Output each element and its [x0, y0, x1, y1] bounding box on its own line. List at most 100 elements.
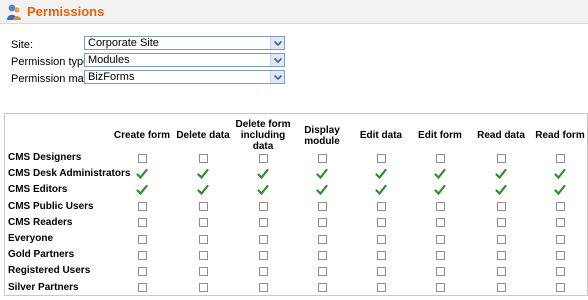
table-row: CMS Public Users: [5, 199, 587, 215]
permission-checkbox[interactable]: [134, 150, 150, 166]
permission-checkbox[interactable]: [373, 263, 389, 279]
permission-checkbox[interactable]: [373, 247, 389, 263]
permission-checkbox[interactable]: [134, 263, 150, 279]
checkmark-icon[interactable]: [314, 182, 330, 198]
checkmark-icon[interactable]: [493, 182, 509, 198]
permission-type-select[interactable]: Modules: [84, 53, 285, 67]
permission-checkbox[interactable]: [255, 247, 271, 263]
checkmark-icon[interactable]: [552, 166, 568, 182]
users-permissions-icon: [6, 3, 22, 21]
page-title: Permissions: [27, 4, 105, 19]
permission-checkbox[interactable]: [195, 199, 211, 215]
permission-checkbox[interactable]: [255, 199, 271, 215]
checkmark-icon[interactable]: [432, 182, 448, 198]
permission-checkbox[interactable]: [373, 150, 389, 166]
permission-checkbox[interactable]: [493, 280, 509, 296]
table-row: CMS Editors: [5, 182, 587, 198]
permission-matrix-select[interactable]: BizForms: [84, 70, 285, 84]
permission-checkbox[interactable]: [493, 199, 509, 215]
chevron-down-icon[interactable]: [270, 37, 284, 49]
permission-checkbox[interactable]: [134, 280, 150, 296]
permission-checkbox[interactable]: [432, 231, 448, 247]
table-row: Registered Users: [5, 263, 587, 279]
permission-checkbox[interactable]: [255, 280, 271, 296]
permission-checkbox[interactable]: [373, 231, 389, 247]
checkmark-icon[interactable]: [432, 166, 448, 182]
permission-checkbox[interactable]: [373, 280, 389, 296]
permission-checkbox[interactable]: [493, 231, 509, 247]
table-row: Gold Partners: [5, 247, 587, 263]
checkmark-icon[interactable]: [255, 182, 271, 198]
checkmark-icon[interactable]: [255, 166, 271, 182]
row-label: CMS Readers: [8, 216, 73, 228]
table-row: Silver Partners: [5, 280, 587, 296]
permission-checkbox[interactable]: [314, 247, 330, 263]
checkmark-icon[interactable]: [373, 182, 389, 198]
permission-checkbox[interactable]: [432, 150, 448, 166]
permission-checkbox[interactable]: [432, 247, 448, 263]
chevron-down-icon[interactable]: [270, 54, 284, 66]
permission-checkbox[interactable]: [373, 215, 389, 231]
permission-checkbox[interactable]: [314, 280, 330, 296]
permission-checkbox[interactable]: [432, 215, 448, 231]
permission-checkbox[interactable]: [255, 231, 271, 247]
permission-checkbox[interactable]: [134, 199, 150, 215]
site-select[interactable]: Corporate Site: [84, 36, 285, 50]
permission-checkbox[interactable]: [552, 231, 568, 247]
checkmark-icon[interactable]: [195, 166, 211, 182]
permission-checkbox[interactable]: [493, 150, 509, 166]
permission-checkbox[interactable]: [432, 263, 448, 279]
permission-checkbox[interactable]: [134, 215, 150, 231]
permission-checkbox[interactable]: [552, 215, 568, 231]
row-label: Everyone: [8, 233, 54, 244]
checkmark-icon[interactable]: [134, 166, 150, 182]
permission-checkbox[interactable]: [134, 247, 150, 263]
permission-checkbox[interactable]: [195, 231, 211, 247]
checkmark-icon[interactable]: [134, 182, 150, 198]
permission-checkbox[interactable]: [255, 263, 271, 279]
checkmark-icon[interactable]: [195, 182, 211, 198]
permission-checkbox[interactable]: [314, 215, 330, 231]
permission-checkbox[interactable]: [195, 247, 211, 263]
permission-checkbox[interactable]: [255, 215, 271, 231]
row-label: Silver Partners: [8, 281, 79, 293]
page-header: Permissions: [0, 0, 588, 24]
permission-checkbox[interactable]: [552, 199, 568, 215]
checkmark-icon[interactable]: [493, 166, 509, 182]
permission-matrix-select-value: BizForms: [88, 71, 135, 83]
permission-checkbox[interactable]: [195, 280, 211, 296]
permission-checkbox[interactable]: [373, 199, 389, 215]
row-label: CMS Desk Administrators: [8, 168, 131, 180]
permission-checkbox[interactable]: [552, 280, 568, 296]
permission-checkbox[interactable]: [255, 150, 271, 166]
table-row: CMS Readers: [5, 215, 587, 231]
checkmark-icon[interactable]: [552, 182, 568, 198]
permission-checkbox[interactable]: [493, 215, 509, 231]
table-row: Everyone: [5, 231, 587, 247]
permission-checkbox[interactable]: [314, 150, 330, 166]
checkmark-icon[interactable]: [314, 166, 330, 182]
permission-checkbox[interactable]: [432, 199, 448, 215]
site-select-value: Corporate Site: [88, 37, 159, 49]
site-label: Site:: [11, 39, 34, 51]
table-row: CMS Designers: [5, 150, 587, 166]
permission-checkbox[interactable]: [314, 231, 330, 247]
permission-checkbox[interactable]: [314, 263, 330, 279]
permission-checkbox[interactable]: [195, 263, 211, 279]
permission-checkbox[interactable]: [195, 215, 211, 231]
row-label: CMS Public Users: [8, 200, 94, 212]
checkmark-icon[interactable]: [373, 166, 389, 182]
permission-checkbox[interactable]: [552, 150, 568, 166]
permission-matrix-table: Create form Delete data Delete form includ…: [4, 113, 588, 296]
permission-checkbox[interactable]: [493, 247, 509, 263]
permission-checkbox[interactable]: [195, 150, 211, 166]
table-row: CMS Desk Administrators: [5, 166, 587, 182]
permission-checkbox[interactable]: [552, 247, 568, 263]
permission-checkbox[interactable]: [493, 263, 509, 279]
permission-checkbox[interactable]: [134, 231, 150, 247]
permission-checkbox[interactable]: [552, 263, 568, 279]
row-label: Registered Users: [8, 265, 91, 277]
permission-checkbox[interactable]: [432, 280, 448, 296]
permission-checkbox[interactable]: [314, 199, 330, 215]
chevron-down-icon[interactable]: [270, 71, 284, 83]
